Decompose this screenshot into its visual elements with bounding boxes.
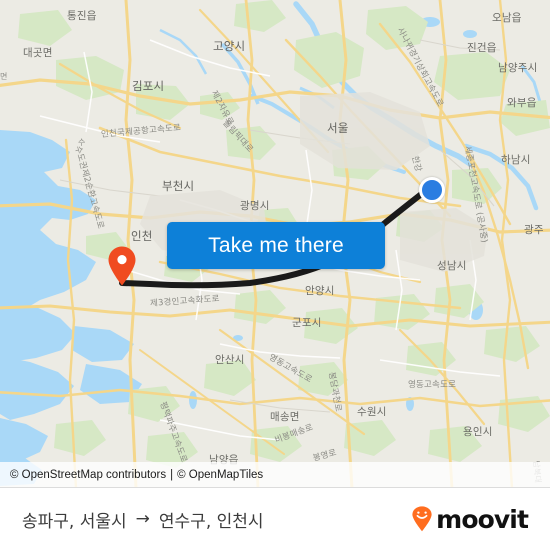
- route-origin-label: 송파구, 서울시: [22, 511, 127, 532]
- route-destination-label: 연수구, 인천시: [158, 511, 264, 532]
- destination-marker-pin[interactable]: [107, 246, 137, 286]
- origin-marker-dot[interactable]: [419, 177, 445, 203]
- route-summary: 송파구, 서울시 → 연수구, 인천시: [22, 507, 264, 532]
- arrow-right-icon: →: [135, 509, 150, 529]
- attribution-separator: |: [170, 468, 174, 481]
- map-canvas[interactable]: 통진읍 고양시 오남읍 진건읍 남양주시 대곳면 면 김포시 와부읍 서울 하남시 부천시 광명시 인천 성…: [0, 0, 550, 488]
- moovit-map-share-card: 통진읍 고양시 오남읍 진건읍 남양주시 대곳면 면 김포시 와부읍 서울 하남시 부천시 광명시 인천 성…: [0, 0, 550, 550]
- take-me-there-button[interactable]: Take me there: [167, 222, 385, 269]
- osm-attribution-link[interactable]: © OpenStreetMap contributors: [10, 469, 166, 481]
- footer-bar: 송파구, 서울시 → 연수구, 인천시 moovit: [0, 488, 550, 550]
- moovit-wordmark: moovit: [436, 504, 529, 534]
- moovit-logo[interactable]: moovit: [411, 504, 529, 534]
- moovit-pin-icon: [412, 506, 432, 532]
- openmaptiles-attribution-link[interactable]: © OpenMapTiles: [177, 469, 263, 481]
- map-attribution-bar: © OpenStreetMap contributors | © OpenMap…: [0, 462, 550, 488]
